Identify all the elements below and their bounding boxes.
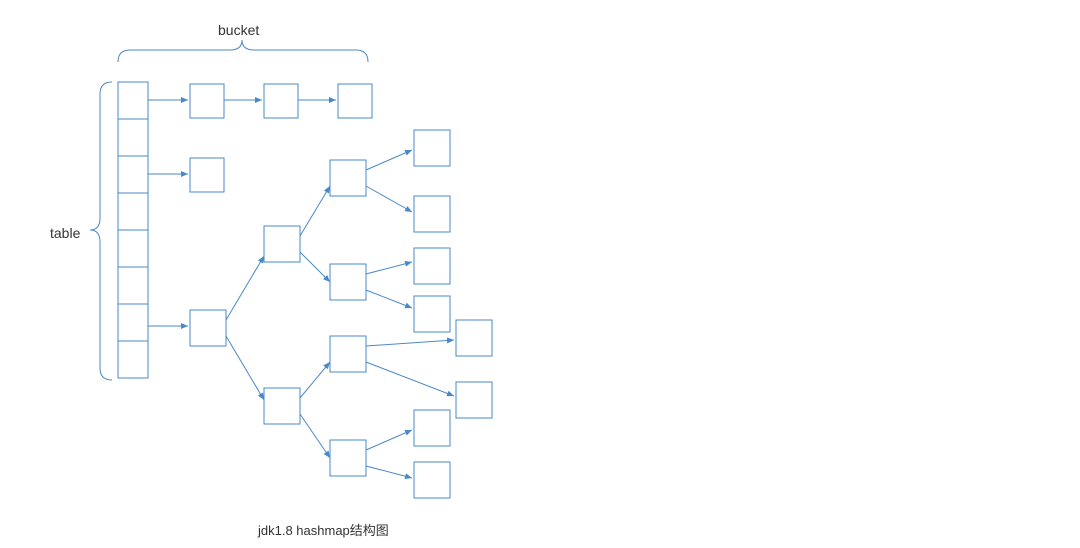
tree-node — [456, 320, 492, 356]
tree-node — [330, 264, 366, 300]
tree-node — [330, 336, 366, 372]
table-slot — [118, 119, 148, 156]
tree-node — [330, 440, 366, 476]
bucket-0-linked-list — [148, 84, 372, 118]
list-node — [338, 84, 372, 118]
tree-node — [414, 196, 450, 232]
bucket-2-linked-list — [148, 158, 224, 192]
table-slot — [118, 230, 148, 267]
table-slot — [118, 267, 148, 304]
table-array — [118, 82, 148, 378]
tree-node — [330, 160, 366, 196]
tree-node — [456, 382, 492, 418]
tree-node — [190, 310, 226, 346]
table-slot — [118, 304, 148, 341]
tree-node — [414, 130, 450, 166]
diagram-svg — [0, 0, 1080, 548]
list-node — [190, 84, 224, 118]
diagram-canvas: table bucket jdk1.8 hashmap结构图 — [0, 0, 1080, 548]
table-slot — [118, 156, 148, 193]
bucket-brace — [118, 40, 368, 62]
table-brace — [90, 82, 112, 380]
table-slot — [118, 193, 148, 230]
tree-node — [414, 248, 450, 284]
tree-node — [264, 226, 300, 262]
table-slot — [118, 341, 148, 378]
tree-node — [264, 388, 300, 424]
table-slot — [118, 82, 148, 119]
tree-node — [414, 296, 450, 332]
list-node — [264, 84, 298, 118]
list-node — [190, 158, 224, 192]
tree-node — [414, 410, 450, 446]
tree-node — [414, 462, 450, 498]
